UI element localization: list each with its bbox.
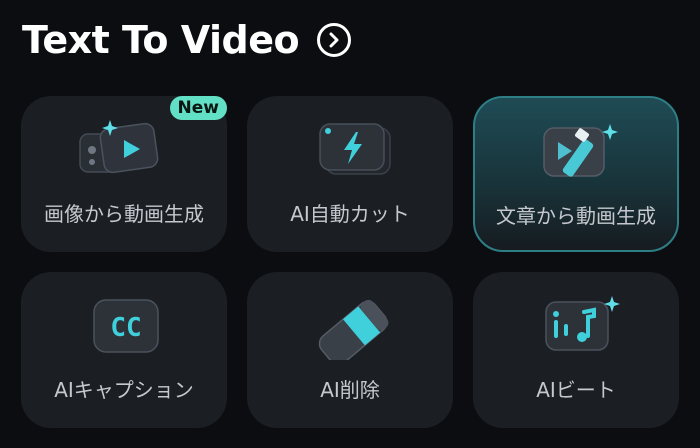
lightning-icon xyxy=(319,123,391,175)
card-ai-remove[interactable]: AI削除 xyxy=(247,272,453,428)
card-label: AIビート xyxy=(536,378,616,402)
image-to-video-icon xyxy=(79,120,159,174)
card-label: AIキャプション xyxy=(54,378,194,402)
see-all-button[interactable] xyxy=(317,23,352,57)
pencil-video-icon xyxy=(543,124,618,177)
eraser-icon xyxy=(318,299,389,360)
card-text-to-video[interactable]: 文章から動画生成 xyxy=(473,96,679,252)
svg-text:CC: CC xyxy=(110,313,141,343)
card-image-to-video[interactable]: New 画像から動画生成 xyxy=(21,96,227,252)
header: Text To Video xyxy=(22,14,352,66)
new-badge: New xyxy=(169,96,227,120)
card-ai-auto-cut[interactable]: AI自動カット xyxy=(247,96,453,252)
page-title: Text To Video xyxy=(22,18,300,62)
card-label: AI削除 xyxy=(320,378,380,402)
card-label: AI自動カット xyxy=(290,202,410,226)
card-label: 画像から動画生成 xyxy=(44,202,204,226)
card-label: 文章から動画生成 xyxy=(496,204,656,228)
cc-icon: CC xyxy=(93,299,159,353)
chevron-right-icon xyxy=(329,32,339,48)
card-ai-beat[interactable]: AIビート xyxy=(473,272,679,428)
music-note-icon xyxy=(545,296,620,351)
card-ai-caption[interactable]: CC AIキャプション xyxy=(21,272,227,428)
